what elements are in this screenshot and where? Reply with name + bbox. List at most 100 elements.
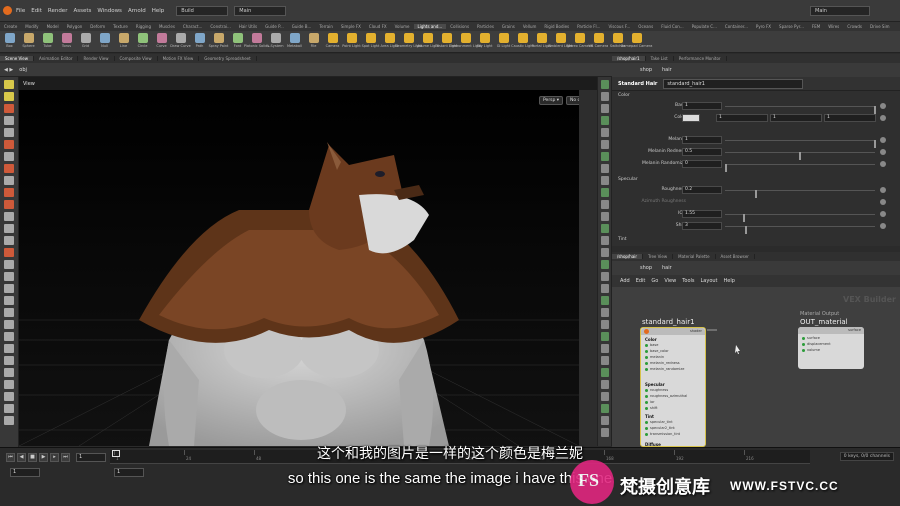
shelf-tab[interactable]: Cloud FX (365, 24, 391, 29)
display-option-icon[interactable] (600, 92, 609, 101)
shelf-tool[interactable]: Grid (76, 31, 95, 52)
viewport-tool-icon[interactable] (4, 356, 14, 365)
display-option-icon[interactable] (600, 164, 609, 173)
shelf-tab[interactable]: Wires (824, 24, 843, 29)
node2-output-port[interactable]: surface (848, 328, 861, 332)
display-option-icon[interactable] (600, 428, 609, 437)
viewport-tool-icon[interactable] (4, 404, 14, 413)
shelf-tab[interactable]: Guide B... (288, 24, 316, 29)
shelf-tool[interactable]: Line (114, 31, 133, 52)
roughness-slider-knob[interactable] (755, 190, 757, 198)
base-slider-knob[interactable] (874, 106, 876, 114)
color-swatch[interactable] (682, 114, 700, 122)
viewport-tool-icon[interactable] (4, 200, 14, 209)
node-input-port[interactable]: roughness (645, 388, 668, 392)
randomize-slider-knob[interactable] (725, 164, 727, 172)
scene-tab[interactable]: Render View (78, 56, 115, 61)
node-input-port[interactable]: base_color (645, 349, 669, 353)
network-tab[interactable]: Material Palette (673, 254, 716, 259)
network-tab[interactable]: /shop/hair (612, 254, 644, 259)
display-option-icon[interactable] (600, 320, 609, 329)
menu-help[interactable]: Help (152, 8, 165, 14)
shelf-tool[interactable]: Font (228, 31, 247, 52)
viewport-tool-icon[interactable] (4, 80, 14, 89)
standard-hair-node[interactable]: shader Color base base_color melanin melani… (640, 327, 706, 447)
viewport-tool-icon[interactable] (4, 260, 14, 269)
shelf-tab[interactable]: Particles (473, 24, 498, 29)
display-option-icon[interactable] (600, 176, 609, 185)
scene-tab[interactable]: Scene View (0, 56, 34, 61)
shelf-tool[interactable]: Area Light (380, 31, 399, 52)
shelf-tab[interactable]: Viscous F... (604, 24, 634, 29)
display-option-icon[interactable] (600, 332, 609, 341)
viewport-tool-icon[interactable] (4, 164, 14, 173)
roughness-field[interactable]: 0.2 (682, 186, 722, 194)
shift-gear-icon[interactable] (880, 223, 886, 229)
node-input-port[interactable]: roughness_azimuthal (645, 394, 687, 398)
shelf-tool[interactable]: Environment Light (449, 31, 482, 52)
shelf-tool[interactable]: Distant Light (435, 31, 458, 52)
display-option-icon[interactable] (600, 80, 609, 89)
menu-file[interactable]: File (16, 8, 25, 14)
display-option-icon[interactable] (600, 224, 609, 233)
shelf-tool[interactable]: Geometry Light (395, 31, 422, 52)
menu-edit[interactable]: Edit (31, 8, 42, 14)
network-menu-item[interactable]: Help (724, 278, 735, 284)
shelf-tool[interactable]: Box (0, 31, 19, 52)
shelf-tool[interactable]: Sphere (19, 31, 38, 52)
shelf-tab[interactable]: Fluid Con... (657, 24, 687, 29)
randomize-slider[interactable] (725, 164, 875, 172)
shelf-tab[interactable]: FEM (808, 24, 824, 29)
viewport-tool-icon[interactable] (4, 284, 14, 293)
network-menu-item[interactable]: Go (651, 278, 658, 284)
display-option-icon[interactable] (600, 308, 609, 317)
menu-render[interactable]: Render (48, 8, 68, 14)
redness-gear-icon[interactable] (880, 149, 886, 155)
shelf-tool[interactable]: Stereo Camera (566, 31, 593, 52)
ior-gear-icon[interactable] (880, 211, 886, 217)
azimuth-gear-icon[interactable] (880, 199, 886, 205)
shelf-tool[interactable]: Camera (323, 31, 342, 52)
node-input-port[interactable]: volume (802, 348, 820, 352)
color-b-field[interactable]: 1 (824, 114, 876, 122)
viewport-tool-icon[interactable] (4, 416, 14, 425)
viewport-tool-icon[interactable] (4, 176, 14, 185)
perspective-dropdown[interactable]: Persp ▾ (539, 96, 564, 105)
display-option-icon[interactable] (600, 200, 609, 209)
display-option-icon[interactable] (600, 368, 609, 377)
melanin-gear-icon[interactable] (880, 137, 886, 143)
viewport-tool-icon[interactable] (4, 368, 14, 377)
network-tab[interactable]: Asset Browser (716, 254, 755, 259)
shelf-tool[interactable]: Switcher (608, 31, 627, 52)
network-menu-item[interactable]: Tools (682, 278, 694, 284)
context-dropdown[interactable]: Main (234, 5, 287, 16)
viewport-tool-icon[interactable] (4, 140, 14, 149)
viewport-tool-icon[interactable] (4, 272, 14, 281)
houdini-logo-icon[interactable] (3, 6, 12, 15)
node-input-port[interactable]: melanin (645, 355, 664, 359)
ior-slider[interactable] (725, 214, 875, 222)
display-option-icon[interactable] (600, 284, 609, 293)
network-editor[interactable]: VEX Builder standard_hair1 shader Color … (612, 287, 900, 447)
viewport-tool-icon[interactable] (4, 152, 14, 161)
node1-output-port[interactable]: shader (690, 329, 702, 333)
viewport-tool-icon[interactable] (4, 224, 14, 233)
display-option-icon[interactable] (600, 104, 609, 113)
viewport-tool-icon[interactable] (4, 128, 14, 137)
scene-tab[interactable]: Motion FX View (158, 56, 200, 61)
right-desktop-dropdown[interactable]: Main (810, 5, 870, 16)
roughness-gear-icon[interactable] (880, 187, 886, 193)
display-option-icon[interactable] (600, 356, 609, 365)
display-option-icon[interactable] (600, 128, 609, 137)
viewport-tool-icon[interactable] (4, 344, 14, 353)
shelf-tab[interactable]: Terrain (315, 24, 337, 29)
shelf-tab[interactable]: Rigging (132, 24, 155, 29)
shelf-tool[interactable]: Metaball (285, 31, 304, 52)
back-icon[interactable]: ◀ ▶ (4, 67, 13, 73)
display-option-icon[interactable] (600, 248, 609, 257)
section-tint[interactable]: Tint (618, 237, 626, 242)
color-gear-icon[interactable] (880, 115, 886, 121)
ior-field[interactable]: 1.55 (682, 210, 722, 218)
viewport-tool-icon[interactable] (4, 212, 14, 221)
shelf-tool[interactable]: File (304, 31, 323, 52)
